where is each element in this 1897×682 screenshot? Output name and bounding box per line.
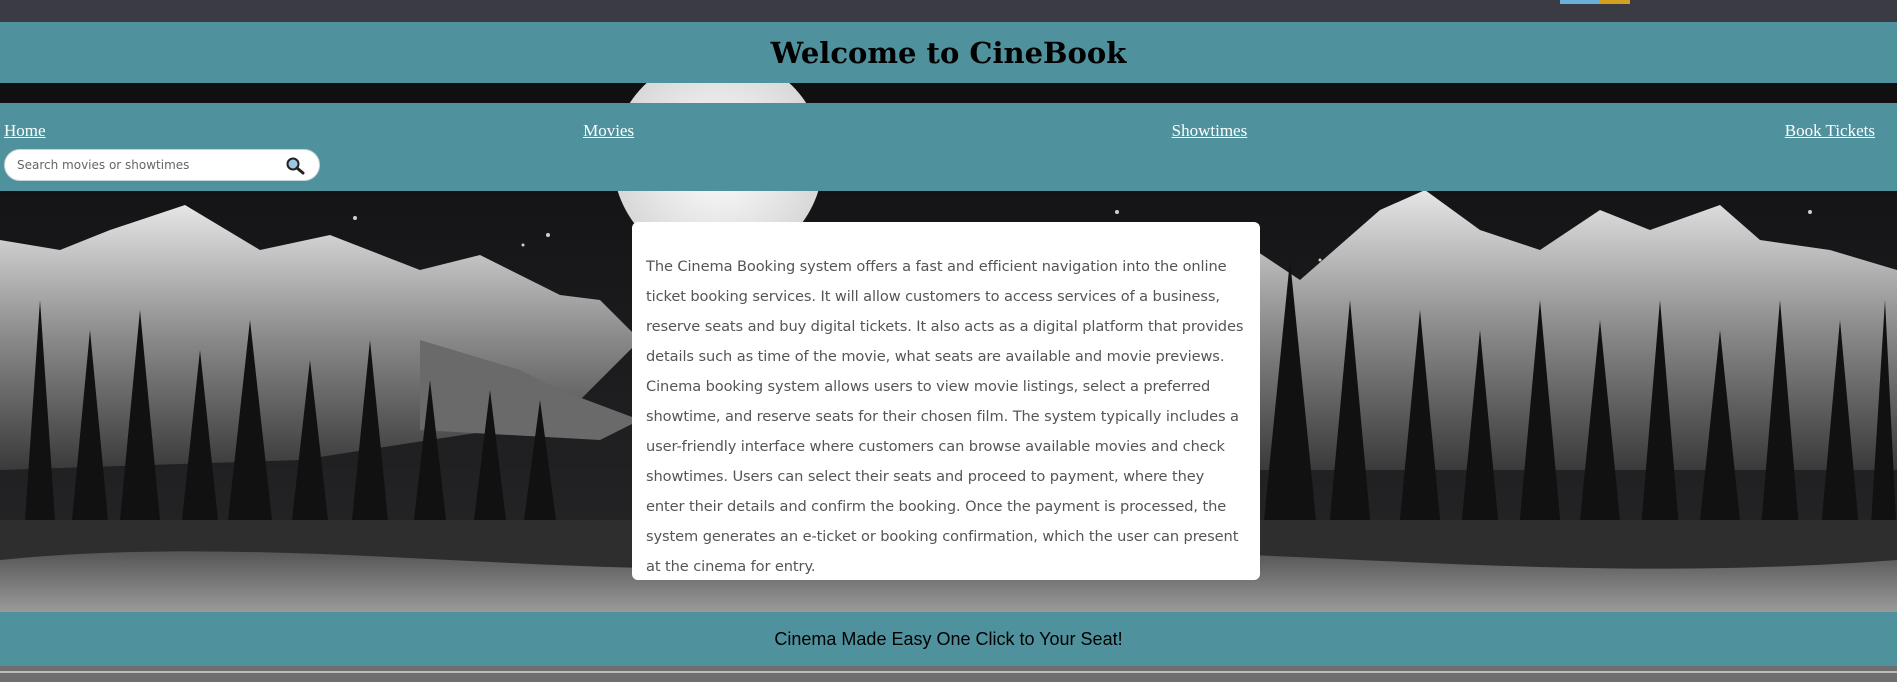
nav-link-home[interactable]: Home bbox=[4, 121, 46, 141]
search-input[interactable] bbox=[17, 150, 277, 180]
page-title: Welcome to CineBook bbox=[770, 35, 1127, 70]
nav-link-showtimes[interactable]: Showtimes bbox=[1172, 121, 1248, 141]
navigation-bar: Home Movies Showtimes Book Tickets bbox=[0, 103, 1897, 191]
nav-links: Home Movies Showtimes Book Tickets bbox=[4, 121, 1875, 141]
nav-link-movies[interactable]: Movies bbox=[583, 121, 634, 141]
description-text: The Cinema Booking system offers a fast … bbox=[646, 258, 1244, 575]
site-footer: Cinema Made Easy One Click to Your Seat! bbox=[0, 612, 1897, 666]
search-icon bbox=[286, 157, 305, 175]
footer-tagline: Cinema Made Easy One Click to Your Seat! bbox=[774, 628, 1123, 649]
description-card: The Cinema Booking system offers a fast … bbox=[632, 222, 1260, 580]
search-button[interactable] bbox=[285, 156, 307, 176]
search-box bbox=[4, 149, 320, 181]
nav-link-book-tickets[interactable]: Book Tickets bbox=[1785, 121, 1875, 141]
site-header: Welcome to CineBook bbox=[0, 22, 1897, 83]
